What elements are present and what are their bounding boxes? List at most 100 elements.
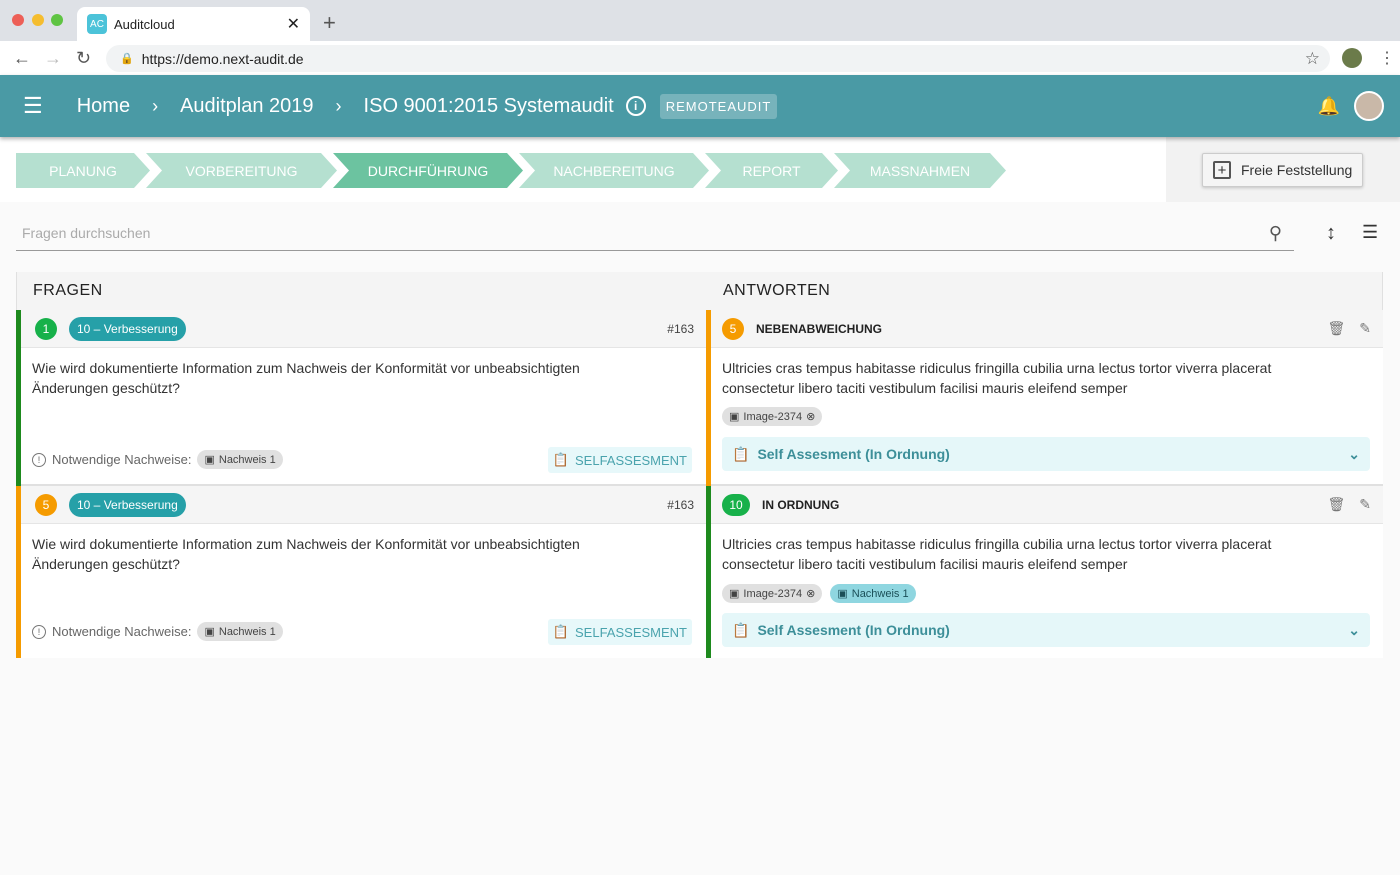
favicon: AC (87, 14, 107, 34)
answer-status: IN ORDNUNG (762, 497, 840, 512)
selfassessment-button[interactable]: 📋 SELFASSESMENT (547, 619, 692, 645)
assessment-label: Self Assesment (In Ordnung) (757, 622, 950, 638)
breadcrumb-home[interactable]: Home (77, 95, 130, 118)
window-close-button[interactable] (12, 14, 24, 26)
answer-card: 5 NEBENABWEICHUNG 🗑 ✎ Ultricies cras tem… (706, 310, 1383, 486)
info-icon[interactable]: i (625, 96, 646, 116)
step-planung[interactable]: PLANUNG (16, 153, 150, 188)
question-card: 1 10 – Verbesserung #163 Wie wird dokume… (16, 310, 706, 486)
edit-icon[interactable]: ✎ (1359, 320, 1371, 337)
breadcrumb-auditplan[interactable]: Auditplan 2019 (180, 95, 313, 118)
step-durchfuehrung[interactable]: DURCHFÜHRUNG (333, 153, 523, 188)
evidence-label: Notwendige Nachweise: (52, 452, 192, 467)
filter-icon[interactable]: ☰ (1362, 222, 1378, 243)
answer-score: 5 (722, 317, 744, 340)
answer-status: NEBENABWEICHUNG (756, 321, 882, 336)
image-icon: ▣ (204, 626, 215, 638)
assessment-panel[interactable]: 📋 Self Assesment (In Ordnung) ⌄ (722, 613, 1370, 647)
lock-icon: 🔒 (120, 53, 134, 65)
url-field[interactable]: 🔒 https://demo.next-audit.de ☆ (106, 45, 1330, 72)
questions-header: FRAGEN (17, 272, 706, 310)
address-bar: ← → ↻ 🔒 https://demo.next-audit.de ☆ ⋮ (0, 41, 1400, 75)
answer-text: Ultricies cras tempus habitasse ridiculu… (722, 360, 1272, 396)
answer-score: 10 (722, 493, 750, 516)
attachment-chip[interactable]: ▣ Image-2374 ⊗ (722, 584, 823, 603)
tab-title: Auditcloud (114, 16, 175, 32)
user-avatar[interactable] (1354, 91, 1384, 121)
status-bar (16, 310, 21, 486)
free-finding-label: Freie Feststellung (1241, 162, 1353, 178)
delete-icon[interactable]: 🗑 (1327, 496, 1345, 513)
selfassessment-label: SELFASSESMENT (575, 452, 687, 468)
window-maximize-button[interactable] (51, 14, 63, 26)
back-icon[interactable]: ← (13, 48, 31, 69)
browser-tab[interactable]: AC Auditcloud ✕ (77, 7, 310, 41)
step-nachbereitung[interactable]: NACHBEREITUNG (519, 153, 709, 188)
selfassessment-button[interactable]: 📋 SELFASSESMENT (547, 447, 692, 473)
profile-avatar[interactable] (1342, 48, 1362, 68)
question-id: #163 (667, 321, 694, 336)
evidence-chip-label: Nachweis 1 (218, 453, 276, 466)
clipboard-icon: 📋 (732, 621, 750, 638)
evidence-label: Notwendige Nachweise: (52, 624, 192, 639)
delete-icon[interactable]: 🗑 (1327, 320, 1345, 337)
status-bar (706, 486, 711, 658)
forward-icon[interactable]: → (44, 48, 62, 69)
chevron-right-icon: › (152, 95, 159, 116)
close-tab-icon[interactable]: ✕ (287, 14, 300, 34)
assessment-panel[interactable]: 📋 Self Assesment (In Ordnung) ⌄ (722, 437, 1370, 471)
search-icon[interactable]: ⚲ (1269, 223, 1282, 244)
clipboard-icon: 📋 (732, 445, 750, 462)
selfassessment-label: SELFASSESMENT (575, 624, 687, 640)
remoteaudit-badge: REMOTEAUDIT (659, 93, 778, 119)
bookmark-star-icon[interactable]: ☆ (1305, 49, 1320, 69)
remove-icon[interactable]: ⊗ (806, 410, 815, 423)
question-text: Wie wird dokumentierte Information zum N… (32, 536, 580, 572)
attachment-chip[interactable]: ▣ Image-2374 ⊗ (722, 407, 823, 426)
image-icon: ▣ (729, 588, 740, 600)
app-header: ☰ Home › Auditplan 2019 › ISO 9001:2015 … (0, 75, 1400, 137)
answer-text: Ultricies cras tempus habitasse ridiculu… (722, 536, 1272, 572)
free-finding-button[interactable]: + Freie Feststellung (1202, 153, 1363, 187)
alert-icon: ! (32, 452, 46, 467)
step-vorbereitung[interactable]: VORBEREITUNG (146, 153, 337, 188)
new-tab-icon[interactable]: + (323, 10, 336, 36)
category-pill[interactable]: 10 – Verbesserung (69, 492, 186, 517)
edit-icon[interactable]: ✎ (1359, 496, 1371, 513)
reload-icon[interactable]: ↻ (76, 48, 91, 69)
answers-header: ANTWORTEN (706, 272, 1382, 310)
step-report[interactable]: REPORT (705, 153, 838, 188)
chevron-down-icon[interactable]: ⌄ (1348, 446, 1360, 463)
alert-icon: ! (32, 624, 46, 639)
evidence-chip[interactable]: ▣ Nachweis 1 (197, 622, 283, 641)
breadcrumb-audit: ISO 9001:2015 Systemaudit (363, 94, 614, 117)
attachment-chip[interactable]: ▣ Nachweis 1 (830, 584, 916, 603)
status-bar (706, 310, 711, 486)
step-massnahmen[interactable]: MASSNAHMEN (834, 153, 1006, 188)
remove-icon[interactable]: ⊗ (806, 587, 815, 600)
question-id: #163 (667, 497, 694, 512)
clipboard-icon: 📋 (552, 452, 570, 467)
question-text: Wie wird dokumentierte Information zum N… (32, 360, 580, 396)
image-icon: ▣ (729, 411, 740, 423)
menu-icon[interactable]: ☰ (23, 93, 43, 119)
evidence-chip[interactable]: ▣ Nachweis 1 (197, 450, 283, 469)
answer-card: 10 IN ORDNUNG 🗑 ✎ Ultricies cras tempus … (706, 486, 1383, 658)
chevron-down-icon[interactable]: ⌄ (1348, 622, 1360, 639)
chevron-right-icon: › (335, 95, 342, 116)
question-card: 5 10 – Verbesserung #163 Wie wird dokume… (16, 486, 706, 658)
category-pill[interactable]: 10 – Verbesserung (69, 316, 186, 341)
browser-menu-icon[interactable]: ⋮ (1379, 48, 1395, 68)
window-minimize-button[interactable] (32, 14, 44, 26)
add-box-icon: + (1213, 161, 1231, 179)
attachment-label: Image-2374 (743, 410, 803, 423)
attachment-label: Nachweis 1 (851, 587, 909, 600)
attachment-label: Image-2374 (743, 587, 803, 600)
search-input[interactable]: Fragen durchsuchen ⚲ (16, 216, 1294, 251)
question-number: 1 (35, 317, 57, 340)
assessment-label: Self Assesment (In Ordnung) (757, 446, 950, 462)
bell-icon[interactable]: 🔔 (1318, 96, 1340, 117)
sort-icon[interactable]: ↕ (1326, 222, 1336, 245)
image-icon: ▣ (204, 454, 215, 466)
url-text: https://demo.next-audit.de (141, 50, 304, 67)
